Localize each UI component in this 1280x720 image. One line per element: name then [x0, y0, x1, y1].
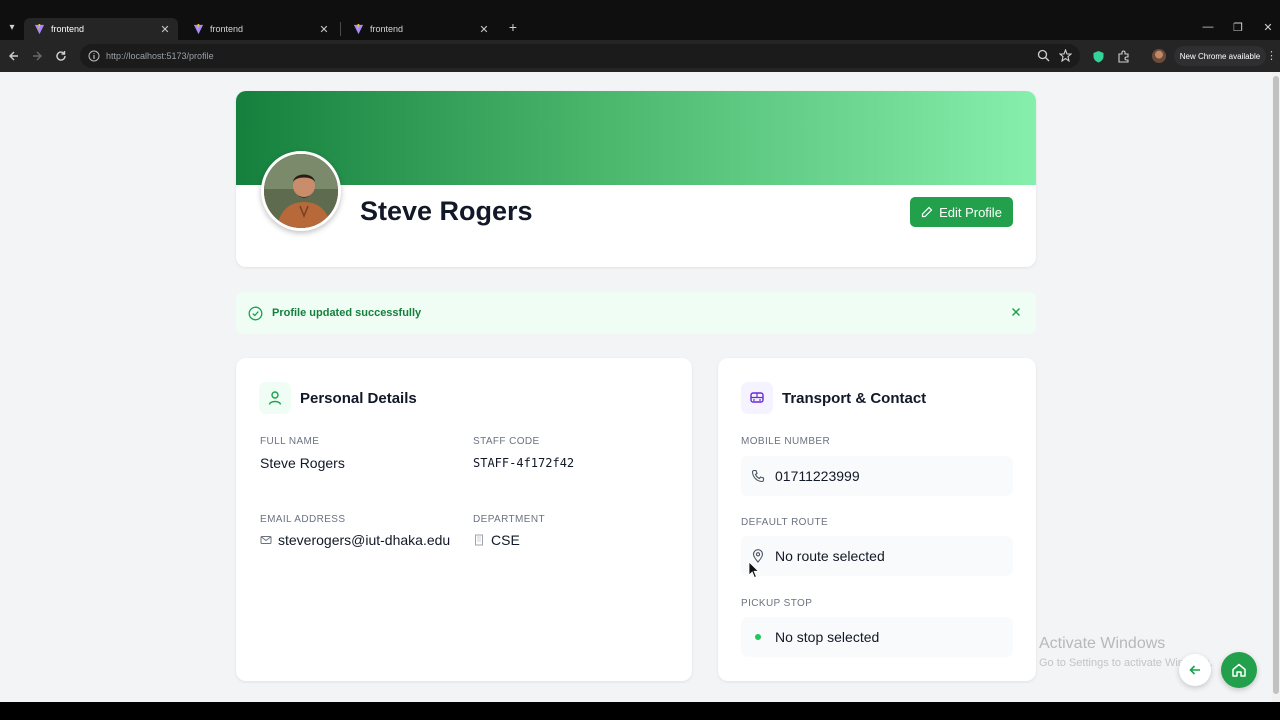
personal-details-header: Personal Details	[259, 382, 417, 414]
transport-contact-header: Transport & Contact	[741, 382, 926, 414]
pickup-stop-value: No stop selected	[775, 629, 880, 645]
edit-profile-button[interactable]: Edit Profile	[910, 197, 1013, 227]
zoom-icon[interactable]	[1037, 49, 1050, 62]
url-text: http://localhost:5173/profile	[106, 51, 214, 61]
shield-extension-icon[interactable]	[1090, 48, 1106, 64]
tab-title: frontend	[370, 24, 404, 34]
email-address-value: steverogers@iut-dhaka.edu	[260, 532, 450, 548]
browser-menu-icon[interactable]: ⋮	[1266, 49, 1277, 62]
vite-favicon-icon	[353, 23, 364, 34]
default-route-label: DEFAULT ROUTE	[741, 517, 829, 528]
browser-tab-1[interactable]: frontend ✕	[24, 18, 178, 40]
department-text: CSE	[491, 532, 520, 548]
close-tab-icon[interactable]: ✕	[158, 23, 172, 36]
tab-title: frontend	[51, 24, 85, 34]
full-name-value: Steve Rogers	[260, 455, 345, 471]
arrow-left-icon	[9, 51, 18, 61]
user-icon	[259, 382, 291, 414]
page-scrollbar[interactable]	[1272, 72, 1280, 702]
check-circle-icon	[248, 306, 263, 320]
mobile-number-label: MOBILE NUMBER	[741, 436, 831, 447]
close-tab-icon[interactable]: ✕	[477, 23, 491, 36]
status-dot-icon	[750, 629, 766, 645]
floating-back-button[interactable]	[1179, 654, 1211, 686]
email-address-label: EMAIL ADDRESS	[260, 514, 346, 525]
profile-name: Steve Rogers	[360, 196, 533, 226]
mouse-cursor-icon	[748, 561, 760, 579]
vite-favicon-icon	[34, 23, 45, 34]
address-bar[interactable]: http://localhost:5173/profile	[80, 44, 1080, 68]
home-icon	[1232, 663, 1246, 677]
browser-tab-bar: ▾ frontend ✕ frontend ✕ frontend ✕ + — ❐…	[0, 0, 1280, 40]
success-alert: Profile updated successfully	[236, 292, 1036, 334]
tab-search-chevron-icon[interactable]: ▾	[4, 19, 20, 35]
email-address-text: steverogers@iut-dhaka.edu	[278, 532, 451, 548]
taskbar-strip	[0, 702, 1280, 720]
transport-contact-card: Transport & Contact MOBILE NUMBER 017112…	[718, 358, 1036, 681]
new-chrome-available-button[interactable]: New Chrome available	[1174, 46, 1266, 66]
vite-favicon-icon	[193, 23, 204, 34]
mail-icon	[260, 536, 272, 544]
browser-toolbar: http://localhost:5173/profile New Chrome…	[0, 40, 1280, 72]
back-button[interactable]	[5, 47, 23, 65]
close-window-button[interactable]: ✕	[1258, 18, 1278, 36]
pickup-stop-label: PICKUP STOP	[741, 598, 813, 609]
browser-tab-2[interactable]: frontend ✕	[183, 18, 337, 40]
department-value: CSE	[473, 532, 520, 548]
mobile-number-box: 01711223999	[741, 456, 1013, 496]
pickup-stop-box: No stop selected	[741, 617, 1013, 657]
building-icon	[475, 534, 483, 546]
tab-separator	[340, 22, 341, 36]
browser-profile-avatar[interactable]	[1152, 49, 1166, 63]
personal-details-title: Personal Details	[300, 389, 417, 407]
transport-contact-title: Transport & Contact	[782, 389, 927, 407]
full-name-label: FULL NAME	[260, 436, 320, 447]
profile-header-card: Steve Rogers Edit Profile	[236, 91, 1036, 267]
pencil-icon	[921, 206, 933, 218]
minimize-window-button[interactable]: —	[1198, 18, 1218, 36]
full-name-text: Steve Rogers	[260, 455, 345, 471]
mobile-number-value: 01711223999	[775, 468, 860, 484]
phone-icon	[750, 468, 766, 484]
profile-avatar	[261, 151, 341, 231]
floating-home-button[interactable]	[1221, 652, 1257, 688]
default-route-box: No route selected	[741, 536, 1013, 576]
profile-banner	[236, 91, 1036, 185]
extensions-puzzle-icon[interactable]	[1115, 48, 1131, 64]
tab-title: frontend	[210, 24, 244, 34]
alert-message: Profile updated successfully	[272, 307, 422, 319]
arrow-right-icon	[33, 51, 42, 61]
bus-icon	[741, 382, 773, 414]
staff-code-label: STAFF CODE	[473, 436, 540, 447]
reload-button[interactable]	[52, 47, 70, 65]
department-label: DEPARTMENT	[473, 514, 545, 525]
profile-photo-image	[264, 154, 338, 228]
new-tab-button[interactable]: +	[505, 18, 521, 36]
scrollbar-thumb[interactable]	[1273, 76, 1279, 694]
staff-code-value: STAFF-4f172f42	[473, 456, 574, 470]
close-icon[interactable]	[1010, 306, 1022, 318]
close-tab-icon[interactable]: ✕	[317, 23, 331, 36]
activate-windows-title: Activate Windows	[1039, 635, 1166, 652]
default-route-value: No route selected	[775, 548, 885, 564]
bookmark-star-icon[interactable]	[1059, 49, 1072, 62]
browser-tab-3[interactable]: frontend ✕	[343, 18, 497, 40]
site-info-icon[interactable]	[88, 50, 100, 62]
edit-profile-label: Edit Profile	[939, 204, 1002, 220]
arrow-left-icon	[1189, 665, 1200, 675]
reload-icon	[56, 51, 66, 61]
personal-details-card: Personal Details FULL NAME Steve Rogers …	[236, 358, 692, 681]
forward-button[interactable]	[28, 47, 46, 65]
restore-window-button[interactable]: ❐	[1228, 18, 1248, 36]
staff-code-text: STAFF-4f172f42	[473, 456, 575, 470]
